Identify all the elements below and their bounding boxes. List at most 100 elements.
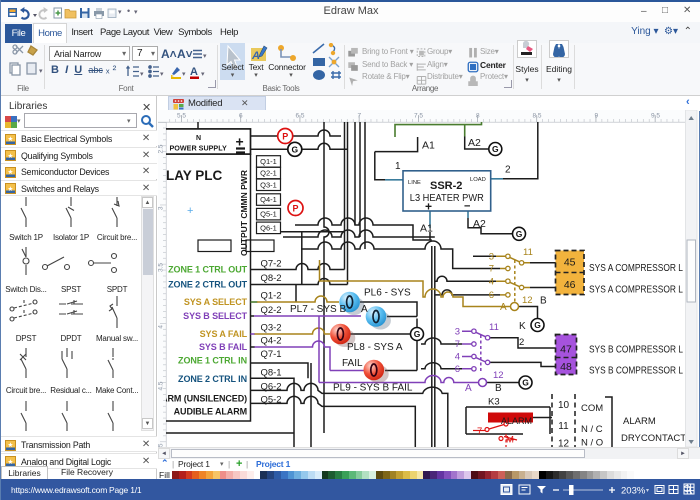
svg-text:▾: ▾ xyxy=(646,488,649,494)
svg-text:7: 7 xyxy=(357,113,361,120)
svg-text:9: 9 xyxy=(594,113,598,120)
svg-text:45: 45 xyxy=(564,257,576,269)
svg-text:SYS A SELECT: SYS A SELECT xyxy=(184,297,248,307)
svg-text:4: 4 xyxy=(489,276,494,287)
svg-text:Circuit bre...: Circuit bre... xyxy=(97,233,137,242)
svg-text:12: 12 xyxy=(558,439,570,448)
svg-text:Circuit bre...: Circuit bre... xyxy=(6,386,46,395)
svg-text:4: 4 xyxy=(455,352,460,363)
svg-text:12: 12 xyxy=(522,295,533,306)
svg-text:SYS B COMPRESSOR L: SYS B COMPRESSOR L xyxy=(589,366,683,377)
svg-text:Q2-1: Q2-1 xyxy=(260,169,277,178)
svg-text:47: 47 xyxy=(560,344,572,356)
svg-text:SPDT: SPDT xyxy=(107,285,128,294)
svg-text:5: 5 xyxy=(158,443,165,447)
svg-text:Manual sw...: Manual sw... xyxy=(96,334,138,343)
svg-text:+: + xyxy=(236,134,244,150)
svg-text:P: P xyxy=(282,131,288,141)
svg-text:11: 11 xyxy=(558,421,569,432)
svg-text:5.5: 5.5 xyxy=(177,113,186,120)
svg-text:PL7 - SYS B: PL7 - SYS B xyxy=(290,304,346,315)
svg-text:G: G xyxy=(414,329,421,339)
svg-text:ZONE 2 CTRL IN: ZONE 2 CTRL IN xyxy=(178,374,247,384)
svg-text:48: 48 xyxy=(560,361,572,373)
svg-text:Q1-2: Q1-2 xyxy=(260,291,281,302)
svg-text:ALARM: ALARM xyxy=(623,416,656,427)
svg-text:Q5-1: Q5-1 xyxy=(260,210,277,219)
svg-text:PL8 - SYS A: PL8 - SYS A xyxy=(347,342,403,353)
svg-text:K: K xyxy=(519,321,526,332)
svg-text:Residual c...: Residual c... xyxy=(50,386,91,395)
svg-text:SYS A COMPRESSOR L: SYS A COMPRESSOR L xyxy=(589,285,683,296)
svg-text:+: + xyxy=(187,205,193,217)
svg-text:ARM (UNSILENCED): ARM (UNSILENCED) xyxy=(161,394,247,404)
svg-text:Q6-1: Q6-1 xyxy=(260,223,277,232)
svg-text:POWER SUPPLY: POWER SUPPLY xyxy=(170,144,227,153)
svg-text:FAIL: FAIL xyxy=(342,358,363,369)
svg-text:ZONE 2 CTRL OUT: ZONE 2 CTRL OUT xyxy=(168,280,247,290)
svg-text:LAY PLC: LAY PLC xyxy=(166,168,223,183)
svg-text:SPST: SPST xyxy=(61,285,81,294)
svg-text:3.5: 3.5 xyxy=(158,263,165,272)
svg-text:K3: K3 xyxy=(488,397,500,408)
svg-text:Q3-2: Q3-2 xyxy=(260,323,281,334)
svg-text:6.5: 6.5 xyxy=(295,113,304,120)
svg-text:12: 12 xyxy=(493,370,504,381)
svg-text:▾: ▾ xyxy=(140,71,144,78)
svg-text:+: + xyxy=(425,200,432,214)
svg-text:SYS B FAIL: SYS B FAIL xyxy=(199,342,248,352)
svg-text:SYS B COMPRESSOR L: SYS B COMPRESSOR L xyxy=(589,345,683,356)
svg-text:ALARM: ALARM xyxy=(501,416,532,426)
svg-text:Q8-2: Q8-2 xyxy=(260,273,281,284)
svg-text:Q5-2: Q5-2 xyxy=(260,395,281,406)
svg-text:LINE: LINE xyxy=(408,180,421,186)
svg-text:OUTPUT CMMN PWR: OUTPUT CMMN PWR xyxy=(239,170,249,256)
svg-text:7: 7 xyxy=(455,339,460,350)
svg-text:6: 6 xyxy=(239,113,243,120)
svg-text:Q4-1: Q4-1 xyxy=(260,195,277,204)
svg-text:L3 HEATER PWR: L3 HEATER PWR xyxy=(410,193,484,204)
svg-text:G: G xyxy=(534,320,541,330)
svg-text:N / C: N / C xyxy=(581,424,603,435)
svg-text:DPDT: DPDT xyxy=(61,334,82,343)
svg-text:A: A xyxy=(500,302,507,313)
svg-text:Q7-1: Q7-1 xyxy=(260,349,281,360)
svg-text:Q6-2: Q6-2 xyxy=(260,382,281,393)
svg-text:11: 11 xyxy=(489,322,499,333)
svg-text:7.5: 7.5 xyxy=(414,113,423,120)
svg-text:2.5: 2.5 xyxy=(158,144,165,153)
svg-text:A: A xyxy=(251,50,260,62)
svg-text:6: 6 xyxy=(489,290,494,301)
svg-text:COM: COM xyxy=(581,403,603,414)
svg-text:3: 3 xyxy=(489,252,494,263)
svg-text:SYS B SELECT: SYS B SELECT xyxy=(183,311,247,321)
svg-text:▾: ▾ xyxy=(160,71,164,78)
svg-text:▾: ▾ xyxy=(182,71,186,78)
svg-text:AUDIBLE ALARM: AUDIBLE ALARM xyxy=(174,407,247,417)
svg-text:ZONE 1 CTRL IN: ZONE 1 CTRL IN xyxy=(178,356,247,366)
svg-text:Q4-2: Q4-2 xyxy=(260,336,281,347)
svg-text:▾: ▾ xyxy=(39,68,43,75)
svg-text:3: 3 xyxy=(455,326,460,337)
svg-text:8: 8 xyxy=(476,113,480,120)
svg-text:Q2-2: Q2-2 xyxy=(260,305,281,316)
svg-text:N: N xyxy=(196,135,201,142)
svg-text:Q7-2: Q7-2 xyxy=(260,259,281,270)
svg-text:ZONE 1 CTRL OUT: ZONE 1 CTRL OUT xyxy=(168,265,247,275)
svg-text:Q1-1: Q1-1 xyxy=(260,157,277,166)
svg-text:Switch Dis...: Switch Dis... xyxy=(5,285,46,294)
svg-text:G: G xyxy=(492,144,499,154)
svg-text:Q3-1: Q3-1 xyxy=(260,180,277,189)
svg-text:▾: ▾ xyxy=(201,71,205,78)
svg-text:B: B xyxy=(540,296,547,307)
svg-text:10: 10 xyxy=(558,400,570,411)
svg-text:Q8-1: Q8-1 xyxy=(260,368,281,379)
svg-text:8.5: 8.5 xyxy=(532,113,541,120)
svg-text:−: − xyxy=(464,201,470,213)
svg-text:1: 1 xyxy=(395,161,401,172)
svg-text:LOAD: LOAD xyxy=(470,177,486,183)
svg-text:A: A xyxy=(190,66,198,78)
svg-text:Make Cont...: Make Cont... xyxy=(96,386,139,395)
svg-text:A1: A1 xyxy=(420,223,433,235)
svg-text:4.5: 4.5 xyxy=(158,381,165,390)
